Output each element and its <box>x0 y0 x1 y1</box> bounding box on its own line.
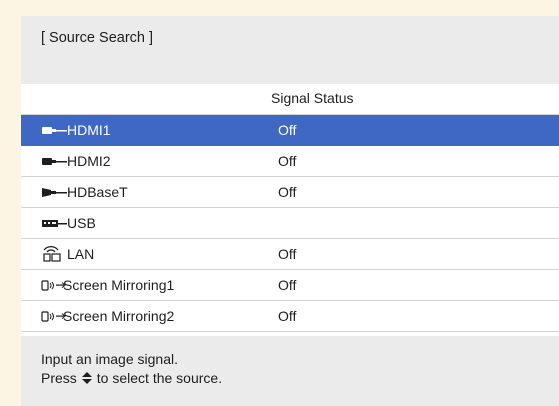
source-name: HDMI2 <box>67 153 111 169</box>
signal-status-header: Signal Status <box>271 90 354 106</box>
help-line-1: Input an image signal. <box>41 351 178 367</box>
help-line-2: Press to select the source. <box>41 369 222 388</box>
source-name: USB <box>67 215 96 231</box>
help-suffix: to select the source. <box>96 370 223 386</box>
usb-icon <box>41 216 67 231</box>
hdmi-icon <box>41 123 67 138</box>
panel-title: [ Source Search ] <box>41 30 154 46</box>
source-row-hdbaset[interactable]: HDBaseT Off <box>21 177 559 208</box>
hdmi-icon <box>41 154 67 169</box>
source-name: Screen Mirroring2 <box>63 308 175 324</box>
hdbaset-icon <box>41 185 67 200</box>
source-search-panel: [ Source Search ] Signal Status HDMI1 Of… <box>21 16 559 406</box>
source-name: HDMI1 <box>67 122 111 138</box>
source-row-hdmi1[interactable]: HDMI1 Off <box>21 115 559 146</box>
source-name: HDBaseT <box>67 184 128 200</box>
lan-icon <box>41 246 67 262</box>
source-row-screen-mirroring2[interactable]: Screen Mirroring2 Off <box>21 301 559 332</box>
up-down-arrows-icon <box>81 371 93 385</box>
list-header: Signal Status <box>21 84 559 115</box>
source-row-lan[interactable]: LAN Off <box>21 239 559 270</box>
source-row-hdmi2[interactable]: HDMI2 Off <box>21 146 559 177</box>
source-list: Signal Status HDMI1 Off HDMI2 Off HDBase… <box>21 84 559 336</box>
help-prefix: Press <box>41 370 77 386</box>
source-status: Off <box>278 153 297 169</box>
source-name: Screen Mirroring1 <box>63 277 175 293</box>
source-row-screen-mirroring1[interactable]: Screen Mirroring1 Off <box>21 270 559 301</box>
source-status: Off <box>278 184 297 200</box>
source-status: Off <box>278 122 297 138</box>
title-area: [ Source Search ] <box>21 16 559 84</box>
source-name: LAN <box>67 246 95 262</box>
source-row-usb[interactable]: USB <box>21 208 559 239</box>
source-status: Off <box>278 308 297 324</box>
help-text: Input an image signal. Press to select th… <box>41 350 222 388</box>
source-status: Off <box>278 246 297 262</box>
source-status: Off <box>278 277 297 293</box>
